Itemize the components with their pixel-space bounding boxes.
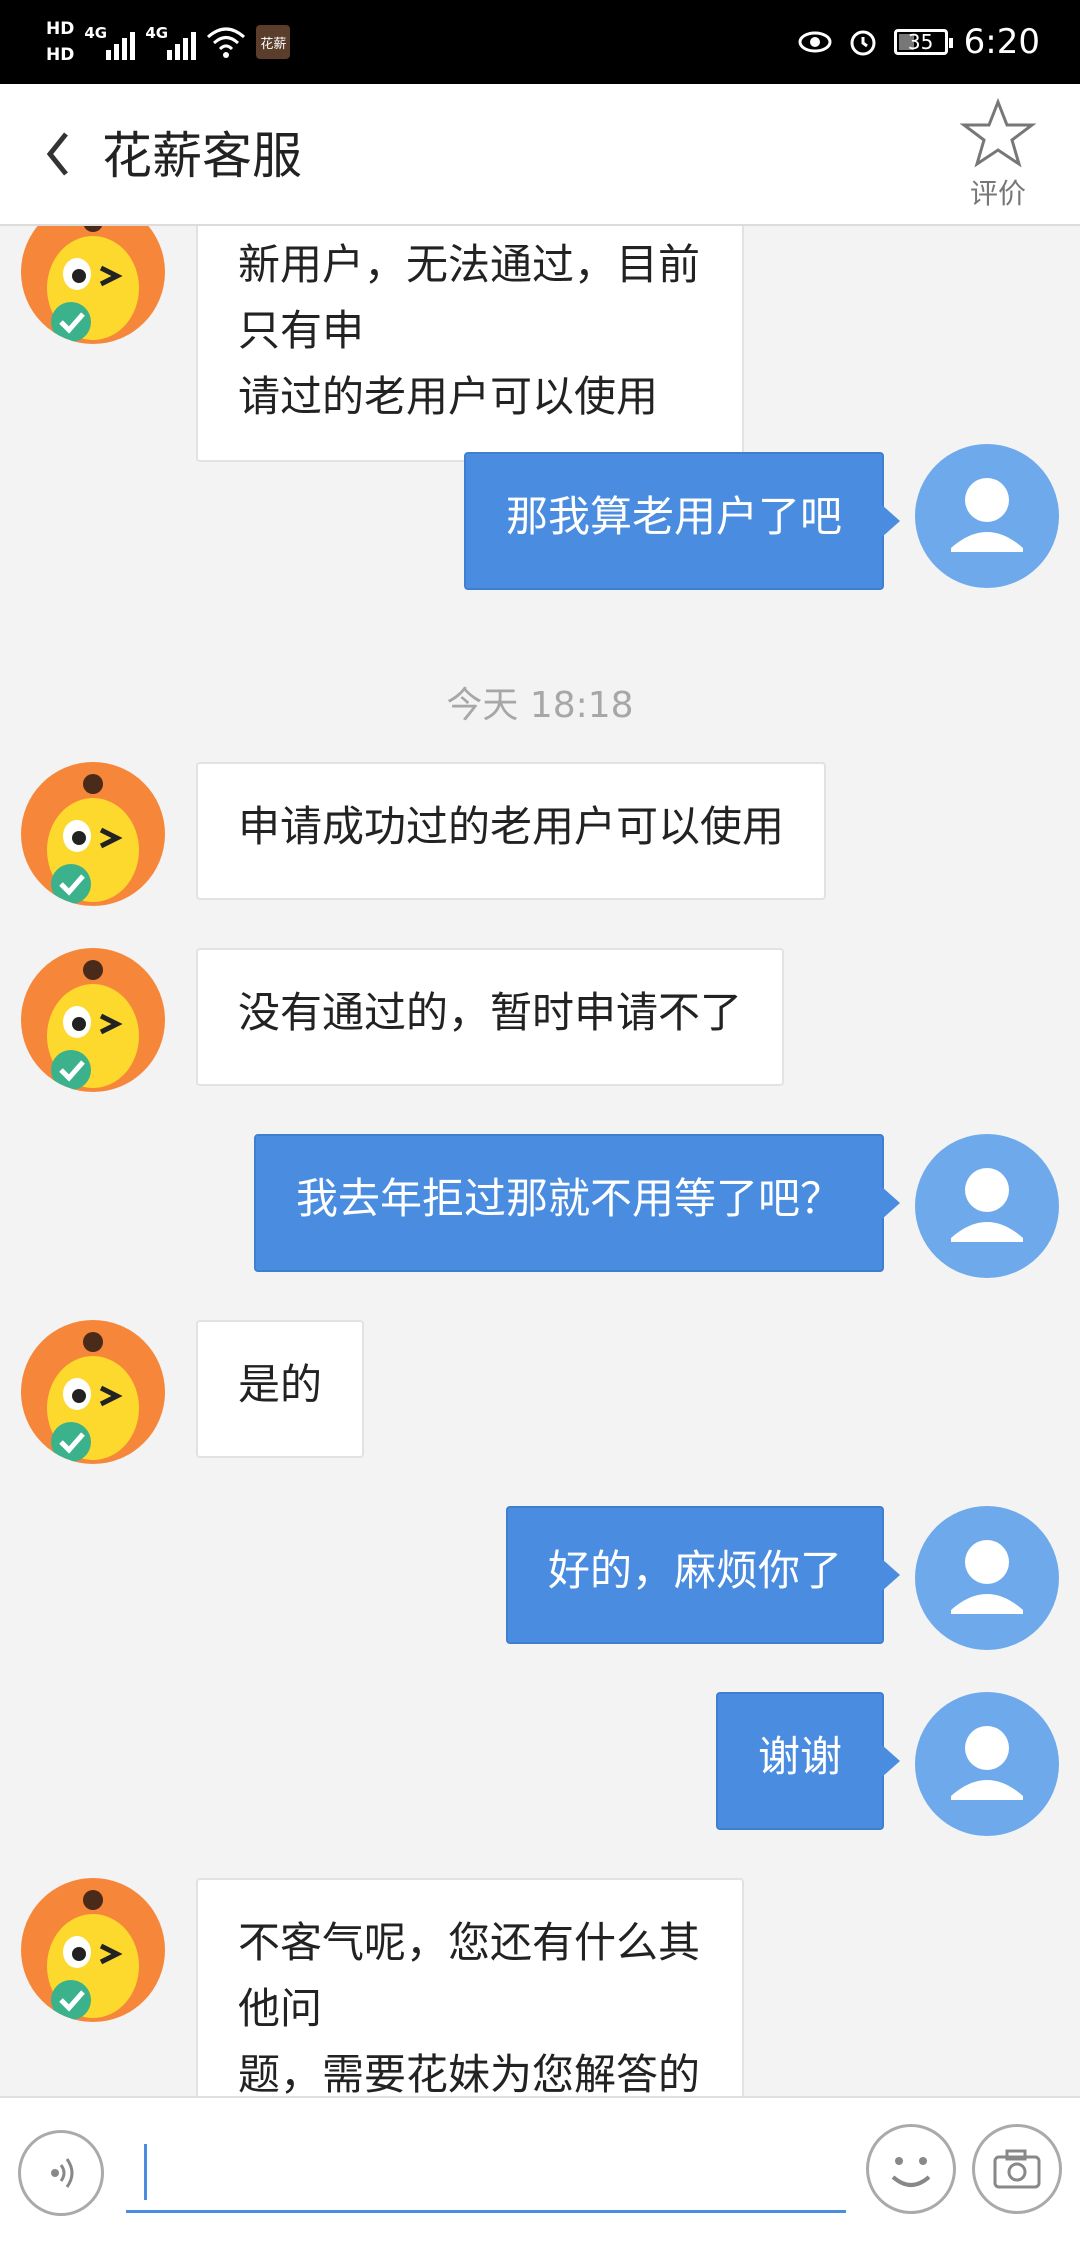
message-line: 请过的老用户可以使用 — [238, 372, 659, 421]
clock: 6:20 — [963, 22, 1040, 62]
bot-avatar — [21, 762, 165, 906]
chat-messages[interactable]: 新用户，无法通过，目前只有申 请过的老用户可以使用 那我算老用户了吧 今天 18… — [0, 226, 1080, 2096]
bot-avatar — [21, 1320, 165, 1464]
wifi-icon — [207, 27, 246, 58]
message-input[interactable] — [126, 2134, 846, 2213]
back-chevron-icon[interactable] — [38, 124, 78, 184]
hd-indicators: HD HD — [46, 16, 74, 68]
bot-avatar — [21, 1878, 165, 2022]
user-avatar — [915, 1692, 1059, 1836]
emoji-button[interactable] — [866, 2124, 956, 2214]
rate-button[interactable]: 评价 — [954, 97, 1042, 212]
status-left: HD HD 4G 4G 花薪 — [46, 12, 291, 72]
app-notification-icon: 花薪 — [256, 25, 291, 59]
network-label-2: 4G — [145, 24, 169, 42]
user-avatar — [915, 1134, 1059, 1278]
status-bar: HD HD 4G 4G 花薪 35 6:20 — [0, 0, 1080, 84]
message-bubble: 我去年拒过那就不用等了吧？ — [253, 1134, 901, 1272]
text-caret — [144, 2144, 147, 2200]
battery-icon: 35 — [893, 29, 953, 55]
voice-button[interactable] — [18, 2130, 104, 2216]
message-bubble: 那我算老用户了吧 — [463, 452, 901, 590]
message-bubble: 不客气呢，您还有什么其他问 题，需要花妹为您解答的吗 — [196, 1878, 744, 2096]
message-line: 题，需要花妹为您解答的吗 — [238, 2050, 701, 2096]
message-line: 新用户，无法通过，目前只有申 — [238, 240, 701, 355]
bot-avatar — [21, 226, 165, 344]
timestamp: 今天 18:18 — [446, 685, 634, 726]
message-bubble: 好的，麻烦你了 — [505, 1506, 901, 1644]
network-label-1: 4G — [84, 24, 108, 42]
status-right: 35 6:20 — [798, 12, 1040, 72]
hd2-label: HD — [46, 45, 75, 65]
emoji-icon — [891, 2157, 931, 2187]
camera-button[interactable] — [972, 2124, 1062, 2214]
alarm-icon — [850, 30, 876, 56]
camera-icon — [993, 2149, 1041, 2189]
page-title: 花薪客服 — [102, 127, 302, 185]
eye-comfort-icon — [798, 31, 832, 53]
user-icon — [951, 478, 1023, 552]
chat-header: 花薪客服 评价 — [0, 84, 1080, 226]
user-avatar — [915, 1506, 1059, 1650]
battery-level: 35 — [907, 30, 934, 54]
user-icon — [951, 1726, 1023, 1800]
rate-label: 评价 — [969, 177, 1026, 210]
bot-avatar — [21, 948, 165, 1092]
user-avatar — [915, 444, 1059, 588]
hd1-label: HD — [46, 19, 75, 39]
message-bubble: 是的 — [196, 1320, 365, 1458]
voice-icon — [51, 2158, 74, 2188]
user-icon — [951, 1168, 1023, 1242]
signal-icon-1: 4G — [84, 24, 136, 60]
signal-icon-2: 4G — [145, 24, 197, 60]
user-icon — [951, 1540, 1023, 1614]
message-line: 不客气呢，您还有什么其他问 — [238, 1918, 701, 2033]
input-bar — [0, 2096, 1080, 2244]
message-bubble: 没有通过的，暂时申请不了 — [196, 948, 785, 1086]
message-bubble: 新用户，无法通过，目前只有申 请过的老用户可以使用 — [196, 226, 744, 462]
message-bubble: 谢谢 — [715, 1692, 901, 1830]
star-icon — [959, 97, 1037, 168]
message-bubble: 申请成功过的老用户可以使用 — [196, 762, 827, 900]
